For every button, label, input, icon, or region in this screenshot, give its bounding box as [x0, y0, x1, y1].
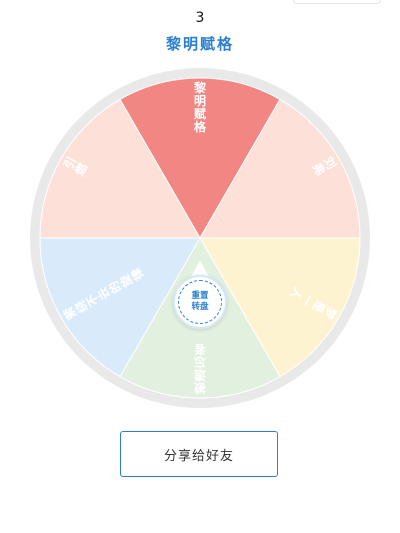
- wheel-segment-label-char: 者: [194, 342, 207, 357]
- wheel-segment-label-group: 被遗忘者: [193, 342, 207, 396]
- wheel-segment-label-char: 遗: [194, 368, 207, 383]
- wheel-segment-label-char: 格: [194, 119, 207, 134]
- spin-count: 3: [195, 10, 205, 26]
- wheel-graphic: 黎明赋格刘弗梦是一人被遗忘者萦绕不去的旋律引燃: [30, 68, 370, 408]
- reset-wheel-button-inner: 重置 转盘: [178, 280, 222, 324]
- result-title: 黎明赋格: [165, 35, 234, 53]
- wheel-segment-label-char: 忘: [194, 355, 206, 370]
- reset-label-line1: 重置: [191, 291, 209, 301]
- wheel-segment-label-char: 被: [193, 381, 206, 396]
- top-partial-element: [293, 0, 381, 4]
- wheel-segment-label-char: 赋: [194, 106, 206, 121]
- reset-wheel-button[interactable]: 重置 转盘: [173, 275, 227, 329]
- wheel-segment-label-char: 明: [194, 94, 206, 108]
- share-to-friends-button[interactable]: 分享给好友: [120, 431, 278, 477]
- reset-label-line2: 转盘: [191, 302, 209, 312]
- wheel-segment-label-char: 黎: [194, 80, 206, 95]
- wheel-segment-label-group: 黎明赋格: [194, 80, 207, 134]
- spin-wheel[interactable]: 黎明赋格刘弗梦是一人被遗忘者萦绕不去的旋律引燃 重置 转盘: [0, 60, 400, 420]
